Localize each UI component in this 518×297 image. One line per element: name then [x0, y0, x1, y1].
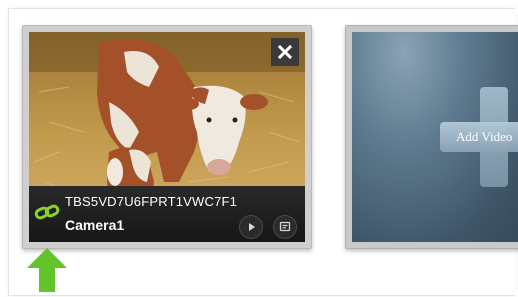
play-icon	[249, 223, 255, 231]
close-icon	[278, 45, 292, 59]
camera-thumbnail[interactable]: TBS5VD7U6FPRT1VWC7F1 Camera1	[29, 32, 305, 242]
close-button[interactable]	[271, 38, 299, 66]
up-arrow-icon	[27, 248, 67, 292]
camera-serial: TBS5VD7U6FPRT1VWC7F1	[65, 194, 238, 209]
details-button[interactable]	[273, 215, 297, 239]
add-video-tile[interactable]: Add Video	[345, 25, 518, 249]
details-icon	[279, 221, 291, 232]
add-video-label[interactable]: Add Video	[456, 129, 512, 145]
link-icon	[34, 203, 60, 221]
play-button[interactable]	[239, 215, 263, 239]
camera-info-bar: TBS5VD7U6FPRT1VWC7F1 Camera1	[29, 186, 305, 242]
camera-tile[interactable]: TBS5VD7U6FPRT1VWC7F1 Camera1	[22, 25, 312, 249]
camera-name: Camera1	[65, 217, 125, 233]
add-video-background: Add Video	[352, 32, 518, 242]
